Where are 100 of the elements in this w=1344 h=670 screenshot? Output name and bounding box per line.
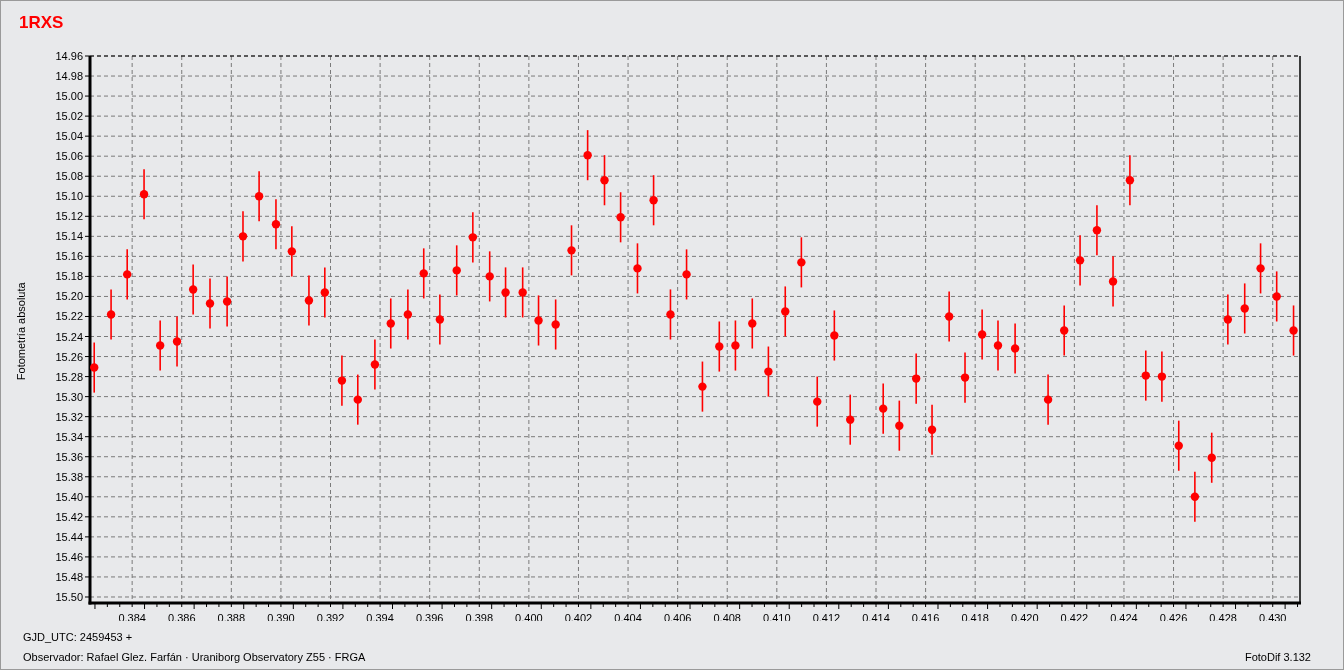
data-point	[633, 242, 642, 295]
data-point	[764, 345, 773, 398]
y-tick-label: 15.08	[55, 170, 83, 183]
data-point	[238, 210, 248, 263]
data-point	[1240, 282, 1249, 335]
y-tick-label: 14.96	[55, 50, 83, 62]
observer-text: Observador: Rafael Glez. Farfán · Uraniborg Observatory Z55 · FRGA	[23, 649, 366, 665]
data-point	[666, 288, 675, 341]
y-tick-label: 15.40	[55, 490, 83, 503]
data-point	[781, 285, 790, 338]
data-point	[1272, 270, 1281, 323]
data-point	[106, 288, 116, 341]
y-tick-label: 14.98	[55, 70, 83, 83]
data-point	[1141, 349, 1150, 402]
y-tick-label: 15.44	[55, 530, 83, 543]
data-point	[155, 319, 165, 372]
data-point	[304, 274, 314, 327]
y-tick-label: 15.42	[55, 510, 83, 523]
y-tick-label: 15.22	[55, 310, 83, 323]
data-point	[1108, 255, 1118, 308]
data-point	[419, 247, 428, 300]
data-point	[1223, 293, 1233, 346]
y-tick-label: 15.34	[55, 430, 83, 443]
version-text: FotoDif 3.132	[1244, 649, 1311, 665]
data-point	[518, 266, 527, 319]
data-point	[452, 244, 461, 297]
data-point	[1207, 431, 1216, 484]
data-point	[944, 290, 954, 343]
y-tick-label: 15.16	[55, 250, 83, 263]
y-tick-label: 15.04	[55, 130, 83, 143]
data-point	[501, 266, 510, 319]
data-point	[1092, 204, 1102, 257]
y-tick-label: 15.36	[55, 450, 83, 463]
data-point	[879, 382, 888, 435]
y-axis-label: Fotometría absoluta	[13, 282, 28, 380]
y-tick-label: 15.26	[55, 350, 83, 363]
data-point	[1125, 154, 1135, 207]
data-point	[698, 360, 707, 413]
y-tick-label: 15.10	[55, 190, 83, 203]
data-point	[731, 319, 740, 372]
data-point	[90, 341, 99, 394]
data-point	[813, 375, 822, 428]
data-point	[353, 373, 362, 426]
y-tick-label: 15.46	[55, 550, 83, 563]
data-point	[1190, 470, 1200, 523]
y-tick-label: 15.00	[55, 90, 83, 103]
data-point	[748, 297, 757, 350]
data-point	[977, 308, 987, 361]
data-point	[320, 266, 329, 319]
data-point	[188, 263, 198, 316]
data-point	[468, 211, 478, 264]
data-point	[960, 351, 970, 404]
data-point	[254, 170, 264, 223]
data-point	[551, 298, 560, 351]
data-point	[534, 294, 543, 347]
data-point	[386, 297, 395, 350]
data-point	[927, 403, 937, 456]
data-point	[1256, 242, 1265, 295]
y-tick-label: 15.28	[55, 370, 83, 383]
data-point	[895, 399, 904, 452]
date-base-text: GJD_UTC: 2459453 +	[23, 630, 134, 645]
data-point	[1174, 419, 1183, 472]
data-point	[172, 315, 182, 368]
data-point	[1157, 350, 1167, 403]
data-point	[583, 129, 592, 182]
data-point	[485, 250, 494, 303]
data-point	[682, 248, 691, 301]
y-tick-label: 15.30	[55, 390, 83, 403]
y-tick-label: 15.12	[55, 210, 83, 223]
data-point	[222, 275, 232, 328]
data-point	[287, 225, 297, 278]
data-point	[993, 319, 1003, 372]
data-point	[1043, 373, 1053, 426]
data-point	[649, 174, 658, 227]
y-tick-label: 15.02	[55, 110, 83, 123]
data-point	[600, 154, 609, 207]
data-point	[911, 352, 921, 405]
y-tick-label: 15.18	[55, 270, 83, 283]
y-tick-label: 15.32	[55, 410, 83, 423]
data-point	[435, 293, 445, 346]
data-point	[1010, 322, 1020, 375]
data-point	[1075, 234, 1085, 287]
data-point	[337, 354, 347, 407]
chart-title: 1RXS	[19, 13, 64, 32]
data-point	[830, 309, 839, 362]
y-tick-label: 15.14	[55, 230, 83, 243]
y-tick-label: 15.24	[55, 330, 83, 343]
y-tick-label: 15.20	[55, 290, 83, 303]
data-point	[846, 393, 855, 446]
y-tick-label: 15.06	[55, 150, 83, 163]
data-point	[616, 191, 625, 244]
data-point	[123, 248, 132, 301]
data-point	[403, 288, 413, 341]
data-point	[271, 198, 281, 251]
data-point	[205, 277, 215, 330]
y-tick-label: 15.50	[55, 591, 83, 603]
data-point	[567, 224, 576, 277]
data-point	[1060, 304, 1069, 357]
data-point	[715, 320, 724, 373]
data-point	[139, 168, 149, 221]
